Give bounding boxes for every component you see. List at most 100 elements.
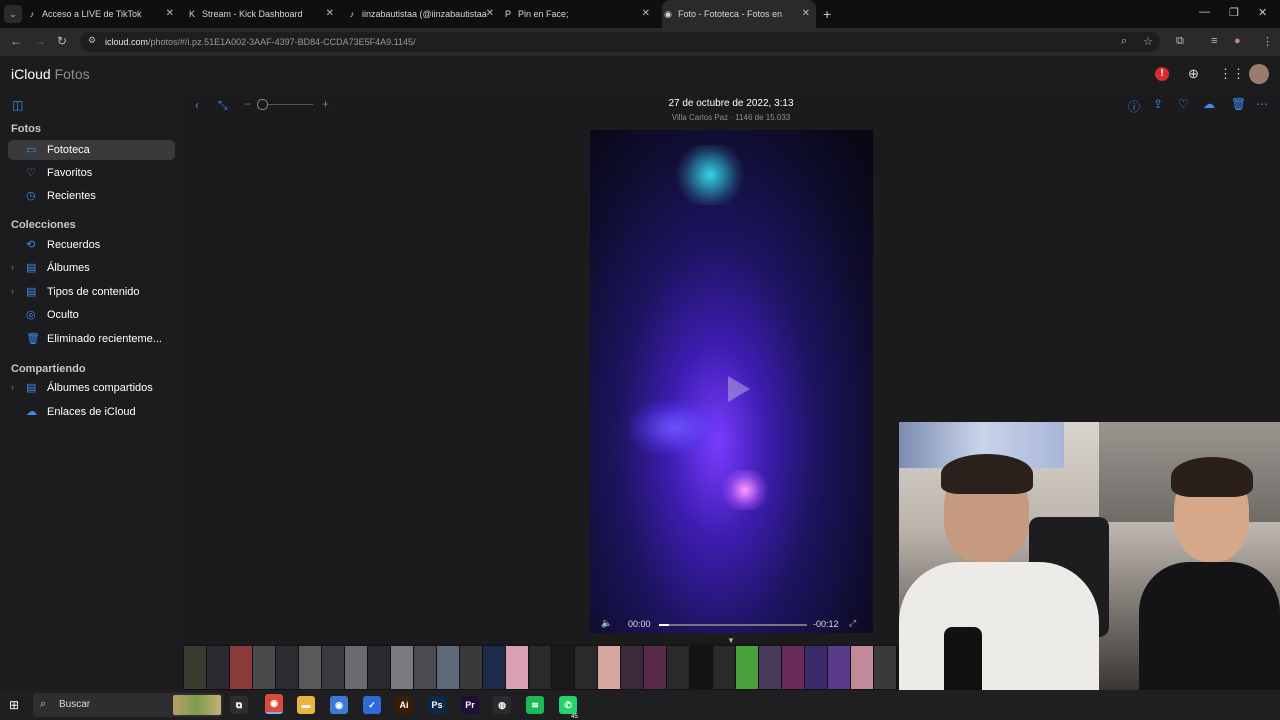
filmstrip-thumbnail[interactable]: [690, 646, 712, 689]
fullscreen-icon[interactable]: ⤢: [849, 618, 856, 629]
zoom-slider-knob[interactable]: [257, 99, 268, 110]
windows-start-icon[interactable]: ⊞: [9, 698, 19, 712]
tasks-icon[interactable]: ✓: [363, 696, 381, 714]
expand-chevron-icon[interactable]: ›: [11, 286, 14, 296]
filmstrip-thumbnail[interactable]: [483, 646, 505, 689]
back-chevron-icon[interactable]: ‹: [195, 98, 199, 112]
share-icon[interactable]: ⇪: [1153, 97, 1163, 111]
illustrator-icon[interactable]: Ai: [395, 696, 413, 714]
sidebar-item[interactable]: › ▤ Álbumes compartidos: [8, 378, 175, 398]
browser-tab[interactable]: ◉ Foto - Fototeca - Fotos en ✕: [662, 0, 816, 28]
maximize-icon[interactable]: ❐: [1229, 6, 1239, 19]
filmstrip-thumbnail[interactable]: [782, 646, 804, 689]
filmstrip-thumbnail[interactable]: [368, 646, 390, 689]
browser-menu-icon[interactable]: ⋮: [1262, 35, 1273, 48]
filmstrip-thumbnail[interactable]: [529, 646, 551, 689]
back-icon[interactable]: ←: [10, 34, 22, 48]
bookmark-star-icon[interactable]: ☆: [1143, 35, 1153, 48]
filmstrip-thumbnail[interactable]: [621, 646, 643, 689]
close-window-icon[interactable]: ✕: [1258, 6, 1267, 19]
spotify-icon[interactable]: ≋: [526, 696, 544, 714]
add-icon[interactable]: ⊕: [1188, 66, 1199, 82]
app-brand[interactable]: iCloud Fotos: [11, 66, 90, 82]
filmstrip-thumbnail[interactable]: [828, 646, 850, 689]
filmstrip-thumbnail[interactable]: [184, 646, 206, 689]
filmstrip-thumbnail[interactable]: [736, 646, 758, 689]
media-controls-icon[interactable]: ≡: [1211, 35, 1217, 47]
avatar[interactable]: [1249, 64, 1269, 84]
filmstrip-thumbnail[interactable]: [851, 646, 873, 689]
sidebar-item[interactable]: ⟲ Recuerdos: [8, 235, 175, 255]
premiere-icon[interactable]: Pr: [461, 696, 479, 714]
filmstrip-thumbnail[interactable]: [207, 646, 229, 689]
expand-chevron-icon[interactable]: ›: [11, 382, 14, 392]
filmstrip-thumbnail[interactable]: [414, 646, 436, 689]
filmstrip-thumbnail[interactable]: [299, 646, 321, 689]
close-tab-icon[interactable]: ✕: [166, 0, 174, 28]
profile-icon[interactable]: ●: [1234, 35, 1241, 47]
info-icon[interactable]: ⓘ: [1128, 98, 1140, 115]
filmstrip-thumbnail[interactable]: [230, 646, 252, 689]
minimize-icon[interactable]: —: [1199, 6, 1210, 18]
sidebar-item[interactable]: ♡ Favoritos: [8, 163, 175, 183]
sidebar-toggle-icon[interactable]: ◫: [12, 98, 23, 112]
zoom-icon[interactable]: ⌕: [1121, 35, 1127, 48]
filmstrip-thumbnail[interactable]: [276, 646, 298, 689]
filmstrip-thumbnail[interactable]: [874, 646, 896, 689]
browser-tab[interactable]: ♪ iinzabautistaa (@iinzabautistaa ✕: [346, 0, 500, 28]
volume-icon[interactable]: 🔈: [601, 618, 612, 629]
forward-icon[interactable]: →: [34, 34, 46, 48]
filmstrip-thumbnail[interactable]: [460, 646, 482, 689]
filmstrip-thumbnail[interactable]: [322, 646, 344, 689]
file-explorer-icon[interactable]: ▬: [297, 696, 315, 714]
filmstrip-thumbnail[interactable]: [391, 646, 413, 689]
tab-search-button[interactable]: ⌄: [4, 5, 22, 23]
filmstrip-thumbnail[interactable]: [759, 646, 781, 689]
browser-tab[interactable]: ♪ Acceso a LIVE de TikTok ✕: [26, 0, 180, 28]
sidebar-item[interactable]: ◎ Oculto: [8, 305, 175, 325]
favorite-heart-icon[interactable]: ♡: [1178, 97, 1189, 111]
more-options-icon[interactable]: ⋯: [1256, 97, 1268, 111]
browser-tab[interactable]: P Pin en Face; ✕: [502, 0, 656, 28]
close-tab-icon[interactable]: ✕: [642, 0, 650, 28]
close-tab-icon[interactable]: ✕: [486, 0, 494, 28]
new-tab-button[interactable]: +: [823, 6, 831, 22]
sidebar-item[interactable]: ◷ Recientes: [8, 186, 175, 206]
obs-icon[interactable]: ◍: [493, 696, 511, 714]
close-tab-icon[interactable]: ✕: [802, 0, 810, 28]
task-view-icon[interactable]: ⧉: [230, 696, 248, 714]
alert-icon[interactable]: !: [1155, 67, 1169, 81]
delete-icon[interactable]: 🗑: [1231, 97, 1246, 111]
expand-chevron-icon[interactable]: ›: [11, 262, 14, 272]
whatsapp-icon[interactable]: ✆: [559, 696, 577, 714]
browser-tab[interactable]: K Stream - Kick Dashboard ✕: [186, 0, 340, 28]
filmstrip-thumbnail[interactable]: [253, 646, 275, 689]
photoshop-icon[interactable]: Ps: [428, 696, 446, 714]
filmstrip-thumbnail[interactable]: [667, 646, 689, 689]
zoom-out-icon[interactable]: −: [244, 97, 251, 111]
filmstrip-thumbnail[interactable]: [713, 646, 735, 689]
filmstrip-thumbnail[interactable]: [345, 646, 367, 689]
filmstrip-thumbnail[interactable]: [644, 646, 666, 689]
sidebar-item[interactable]: › ▤ Tipos de contenido: [8, 282, 175, 302]
download-icon[interactable]: ☁: [1203, 97, 1215, 111]
reload-icon[interactable]: ↻: [57, 34, 67, 48]
play-icon[interactable]: [728, 376, 750, 402]
sidebar-item[interactable]: ▭ Fototeca: [8, 140, 175, 160]
zoom-slider[interactable]: [263, 104, 313, 105]
filmstrip-thumbnail[interactable]: [575, 646, 597, 689]
chrome-icon[interactable]: ◉: [330, 696, 348, 714]
filmstrip-thumbnail[interactable]: [552, 646, 574, 689]
sidebar-item[interactable]: ☁ Enlaces de iCloud: [8, 402, 175, 422]
video-scrubber[interactable]: [659, 624, 807, 626]
filmstrip-thumbnail[interactable]: [805, 646, 827, 689]
minimize-view-icon[interactable]: ⤡: [218, 98, 228, 113]
sidebar-item[interactable]: › ▤ Álbumes: [8, 258, 175, 278]
zoom-in-icon[interactable]: +: [322, 97, 329, 111]
extensions-icon[interactable]: ⧉: [1176, 35, 1184, 48]
sidebar-item[interactable]: 🗑 Eliminado recienteme...: [8, 329, 175, 349]
filmstrip-thumbnail[interactable]: [437, 646, 459, 689]
filmstrip-thumbnail[interactable]: [506, 646, 528, 689]
site-info-icon[interactable]: ⚙: [88, 35, 96, 46]
taskbar-search[interactable]: ⌕ Buscar: [33, 693, 223, 717]
